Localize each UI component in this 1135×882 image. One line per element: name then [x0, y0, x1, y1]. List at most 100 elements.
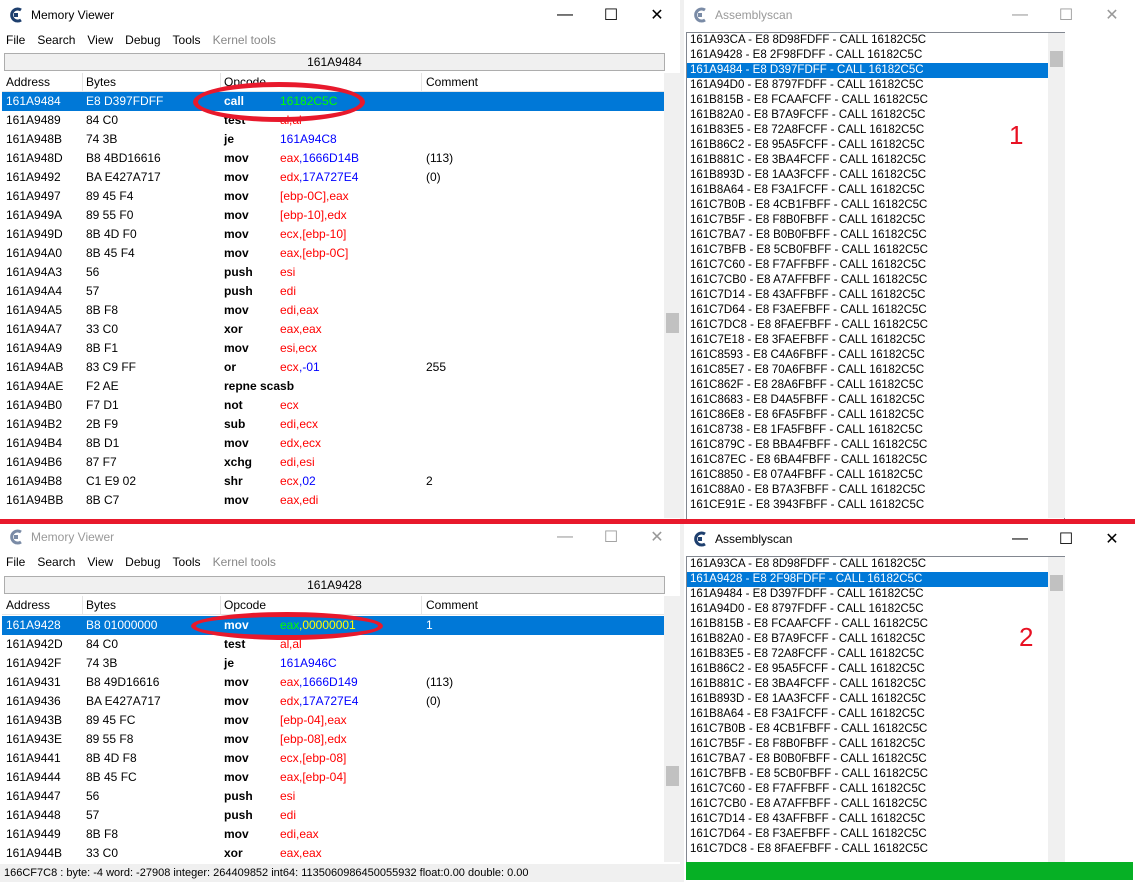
menu-debug[interactable]: Debug — [119, 555, 166, 569]
scan-result-item[interactable]: 161C7BA7 - E8 B0B0FBFF - CALL 16182C5C — [687, 752, 1064, 767]
disasm-row[interactable]: 161A94BB 8B C7 mov eax ,edi — [2, 491, 664, 510]
bottom-memory-viewer-titlebar[interactable]: Memory Viewer — ☐ ✕ — [0, 524, 680, 550]
scan-result-item[interactable]: 161C86E8 - E8 6FA5FBFF - CALL 16182C5C — [687, 408, 1064, 423]
scan-result-item[interactable]: 161C8683 - E8 D4A5FBFF - CALL 16182C5C — [687, 393, 1064, 408]
top-memory-viewer-titlebar[interactable]: Memory Viewer — ☐ ✕ — [0, 0, 680, 30]
menu-kernel-tools[interactable]: Kernel tools — [207, 555, 282, 569]
scan-result-item[interactable]: 161B83E5 - E8 72A8FCFF - CALL 16182C5C — [687, 123, 1064, 138]
disasm-row[interactable]: 161A94B8 C1 E9 02 shr ecx ,02 2 — [2, 472, 664, 491]
disasm-row[interactable]: 161A94A0 8B 45 F4 mov eax ,[ebp-0C] — [2, 244, 664, 263]
scan-result-item[interactable]: 161B86C2 - E8 95A5FCFF - CALL 16182C5C — [687, 138, 1064, 153]
disasm-row[interactable]: 161A9431 B8 49D16616 mov eax ,1666D149 (113) — [2, 673, 664, 692]
scan-result-item[interactable]: 161C8593 - E8 C4A6FBFF - CALL 16182C5C — [687, 348, 1064, 363]
scan-result-item[interactable]: 161C7CB0 - E8 A7AFFBFF - CALL 16182C5C — [687, 273, 1064, 288]
scan-result-item[interactable]: 161B881C - E8 3BA4FCFF - CALL 16182C5C — [687, 677, 1064, 692]
scan-result-item[interactable]: 161C8738 - E8 1FA5FBFF - CALL 16182C5C — [687, 423, 1064, 438]
disasm-row[interactable]: 161A94B0 F7 D1 not ecx — [2, 396, 664, 415]
maximize-button[interactable]: ☐ — [1043, 524, 1089, 554]
scan-result-item[interactable]: 161A9428 - E8 2F98FDFF - CALL 16182C5C — [687, 572, 1064, 587]
scan-result-item[interactable]: 161A9484 - E8 D397FDFF - CALL 16182C5C — [687, 587, 1064, 602]
col-opcode[interactable]: Opcode — [224, 598, 266, 612]
disasm-row[interactable]: 161A9436 BA E427A717 mov edx ,17A727E4 (0) — [2, 692, 664, 711]
scan-results-list[interactable]: 161A93CA - E8 8D98FDFF - CALL 16182C5C 16… — [686, 556, 1065, 864]
scan-result-item[interactable]: 161C7B0B - E8 4CB1FBFF - CALL 16182C5C — [687, 722, 1064, 737]
disasm-row[interactable]: 161A9444 8B 45 FC mov eax ,[ebp-04] — [2, 768, 664, 787]
scan-result-item[interactable]: 161A93CA - E8 8D98FDFF - CALL 16182C5C — [687, 557, 1064, 572]
disasm-row[interactable]: 161A9447 56 push esi — [2, 787, 664, 806]
close-button[interactable]: ✕ — [1089, 0, 1135, 30]
scrollbar-thumb[interactable] — [1050, 51, 1063, 67]
address-bar[interactable]: 161A9484 — [4, 53, 665, 71]
scan-result-item[interactable]: 161C88A0 - E8 B7A3FBFF - CALL 16182C5C — [687, 483, 1064, 498]
col-comment[interactable]: Comment — [426, 598, 478, 612]
scan-results-list[interactable]: 161A93CA - E8 8D98FDFF - CALL 16182C5C 16… — [686, 32, 1065, 520]
disasm-row[interactable]: 161A942F 74 3B je 161A946C — [2, 654, 664, 673]
scan-result-item[interactable]: 161CE91E - E8 3943FBFF - CALL 16182C5C — [687, 498, 1064, 513]
scan-result-item[interactable]: 161A94D0 - E8 8797FDFF - CALL 16182C5C — [687, 602, 1064, 617]
scan-result-item[interactable]: 161A9484 - E8 D397FDFF - CALL 16182C5C — [687, 63, 1064, 78]
list-scrollbar[interactable] — [1048, 557, 1065, 862]
scrollbar-thumb[interactable] — [1050, 575, 1063, 591]
minimize-button[interactable]: — — [542, 0, 588, 30]
scan-result-item[interactable]: 161C7D64 - E8 F3AEFBFF - CALL 16182C5C — [687, 827, 1064, 842]
disasm-row[interactable]: 161A949D 8B 4D F0 mov ecx ,[ebp-10] — [2, 225, 664, 244]
col-bytes[interactable]: Bytes — [86, 75, 116, 89]
close-button[interactable]: ✕ — [634, 0, 680, 30]
disasm-row[interactable]: 161A948B 74 3B je 161A94C8 — [2, 130, 664, 149]
disasm-row[interactable]: 161A94A3 56 push esi — [2, 263, 664, 282]
menu-tools[interactable]: Tools — [167, 33, 207, 47]
scan-result-item[interactable]: 161C7D64 - E8 F3AEFBFF - CALL 16182C5C — [687, 303, 1064, 318]
list-scrollbar[interactable] — [1048, 33, 1065, 518]
disasm-row[interactable]: 161A9497 89 45 F4 mov [ebp-0C] ,eax — [2, 187, 664, 206]
scan-result-item[interactable]: 161C7BFB - E8 5CB0FBFF - CALL 16182C5C — [687, 243, 1064, 258]
scan-result-item[interactable]: 161A9428 - E8 2F98FDFF - CALL 16182C5C — [687, 48, 1064, 63]
scan-result-item[interactable]: 161A94D0 - E8 8797FDFF - CALL 16182C5C — [687, 78, 1064, 93]
scan-result-item[interactable]: 161C7B5F - E8 F8B0FBFF - CALL 16182C5C — [687, 737, 1064, 752]
scan-result-item[interactable]: 161C879C - E8 BBA4FBFF - CALL 16182C5C — [687, 438, 1064, 453]
disasm-row[interactable]: 161A9492 BA E427A717 mov edx ,17A727E4 (0) — [2, 168, 664, 187]
scan-result-item[interactable]: 161C7B5F - E8 F8B0FBFF - CALL 16182C5C — [687, 213, 1064, 228]
disasm-row[interactable]: 161A94AE F2 AE repne scasb — [2, 377, 664, 396]
close-button[interactable]: ✕ — [1089, 524, 1135, 554]
disasm-row[interactable]: 161A94B6 87 F7 xchg edi ,esi — [2, 453, 664, 472]
disasm-row[interactable]: 161A94A7 33 C0 xor eax ,eax — [2, 320, 664, 339]
scan-result-item[interactable]: 161C7D14 - E8 43AFFBFF - CALL 16182C5C — [687, 812, 1064, 827]
menu-search[interactable]: Search — [31, 555, 81, 569]
minimize-button[interactable]: — — [997, 524, 1043, 554]
menu-kernel-tools[interactable]: Kernel tools — [207, 33, 282, 47]
menu-view[interactable]: View — [81, 555, 119, 569]
disasm-row[interactable]: 161A943B 89 45 FC mov [ebp-04] ,eax — [2, 711, 664, 730]
vertical-scrollbar[interactable] — [664, 73, 680, 518]
disasm-row[interactable]: 161A944B 33 C0 xor eax ,eax — [2, 844, 664, 862]
scan-result-item[interactable]: 161C7E18 - E8 3FAEFBFF - CALL 16182C5C — [687, 333, 1064, 348]
top-assemblyscan-titlebar[interactable]: Assemblyscan — ☐ ✕ — [684, 0, 1135, 30]
menu-file[interactable]: File — [0, 33, 31, 47]
vertical-scrollbar[interactable] — [664, 596, 680, 862]
col-comment[interactable]: Comment — [426, 75, 478, 89]
scan-result-item[interactable]: 161C862F - E8 28A6FBFF - CALL 16182C5C — [687, 378, 1064, 393]
scan-result-item[interactable]: 161B8A64 - E8 F3A1FCFF - CALL 16182C5C — [687, 707, 1064, 722]
disasm-row[interactable]: 161A948D B8 4BD16616 mov eax ,1666D14B (113) — [2, 149, 664, 168]
menu-debug[interactable]: Debug — [119, 33, 166, 47]
disasm-row[interactable]: 161A943E 89 55 F8 mov [ebp-08] ,edx — [2, 730, 664, 749]
scan-result-item[interactable]: 161C7CB0 - E8 A7AFFBFF - CALL 16182C5C — [687, 797, 1064, 812]
minimize-button[interactable]: — — [997, 0, 1043, 30]
scan-result-item[interactable]: 161C7DC8 - E8 8FAEFBFF - CALL 16182C5C — [687, 318, 1064, 333]
scan-result-item[interactable]: 161C7BA7 - E8 B0B0FBFF - CALL 16182C5C — [687, 228, 1064, 243]
menu-tools[interactable]: Tools — [167, 555, 207, 569]
disasm-row[interactable]: 161A94AB 83 C9 FF or ecx ,-01 255 — [2, 358, 664, 377]
menu-view[interactable]: View — [81, 33, 119, 47]
disasm-row[interactable]: 161A94A4 57 push edi — [2, 282, 664, 301]
menu-search[interactable]: Search — [31, 33, 81, 47]
scan-result-item[interactable]: 161C7B0B - E8 4CB1FBFF - CALL 16182C5C — [687, 198, 1064, 213]
bottom-assemblyscan-titlebar[interactable]: Assemblyscan — ☐ ✕ — [684, 524, 1135, 554]
address-bar[interactable]: 161A9428 — [4, 576, 665, 594]
scan-result-item[interactable]: 161C7C60 - E8 F7AFFBFF - CALL 16182C5C — [687, 258, 1064, 273]
disasm-row[interactable]: 161A94B4 8B D1 mov edx ,ecx — [2, 434, 664, 453]
menu-file[interactable]: File — [0, 555, 31, 569]
scan-result-item[interactable]: 161C85E7 - E8 70A6FBFF - CALL 16182C5C — [687, 363, 1064, 378]
scan-result-item[interactable]: 161B8A64 - E8 F3A1FCFF - CALL 16182C5C — [687, 183, 1064, 198]
scan-result-item[interactable]: 161B82A0 - E8 B7A9FCFF - CALL 16182C5C — [687, 108, 1064, 123]
scan-result-item[interactable]: 161B893D - E8 1AA3FCFF - CALL 16182C5C — [687, 168, 1064, 183]
col-address[interactable]: Address — [6, 75, 50, 89]
